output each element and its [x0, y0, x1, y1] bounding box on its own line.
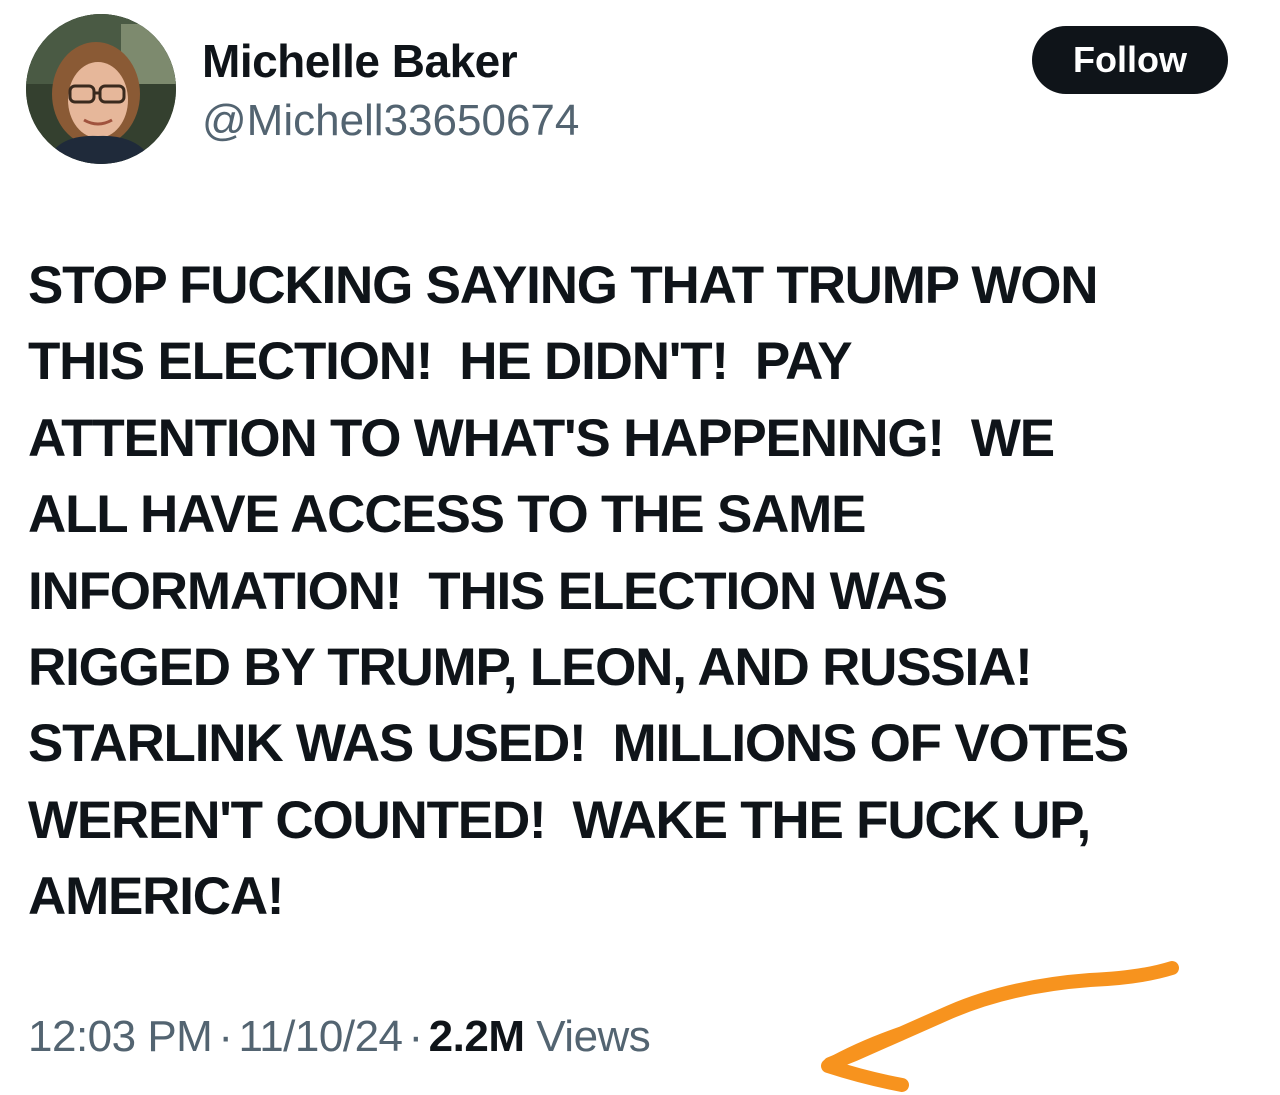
- author-name[interactable]: Michelle Baker: [202, 34, 518, 88]
- tweet-line: ALL HAVE ACCESS TO THE SAME: [28, 485, 866, 545]
- tweet-line: AMERICA!: [28, 867, 285, 927]
- tweet-date[interactable]: 11/10/24: [239, 1012, 404, 1061]
- views-label: Views: [536, 1012, 651, 1061]
- views-count[interactable]: 2.2M: [429, 1012, 525, 1061]
- tweet-line: THIS ELECTION! HE DIDN'T! PAY: [28, 332, 853, 392]
- tweet-card: Michelle Baker @Michell33650674 Follow S…: [0, 0, 1280, 1095]
- tweet-meta: 12:03 PM · 11/10/24 · 2.2M Views: [28, 1012, 651, 1062]
- follow-button[interactable]: Follow: [1032, 26, 1228, 94]
- tweet-time[interactable]: 12:03 PM: [28, 1012, 213, 1061]
- tweet-line: STARLINK WAS USED! MILLIONS OF VOTES: [28, 714, 1129, 774]
- meta-separator: ·: [218, 1012, 233, 1061]
- tweet-line: RIGGED BY TRUMP, LEON, AND RUSSIA!: [28, 638, 1033, 698]
- tweet-line: INFORMATION! THIS ELECTION WAS: [28, 561, 948, 621]
- tweet-text: STOP FUCKING SAYING THAT TRUMP WON THIS …: [28, 248, 1258, 936]
- author-handle[interactable]: @Michell33650674: [202, 96, 579, 146]
- hand-drawn-arrow-icon: [821, 961, 1179, 1092]
- avatar[interactable]: [26, 14, 176, 164]
- tweet-line: ATTENTION TO WHAT'S HAPPENING! WE: [28, 408, 1055, 468]
- tweet-line: STOP FUCKING SAYING THAT TRUMP WON: [28, 256, 1099, 315]
- meta-separator: ·: [408, 1012, 424, 1061]
- avatar-photo: [26, 14, 176, 164]
- tweet-line: WEREN'T COUNTED! WAKE THE FUCK UP,: [28, 790, 1091, 850]
